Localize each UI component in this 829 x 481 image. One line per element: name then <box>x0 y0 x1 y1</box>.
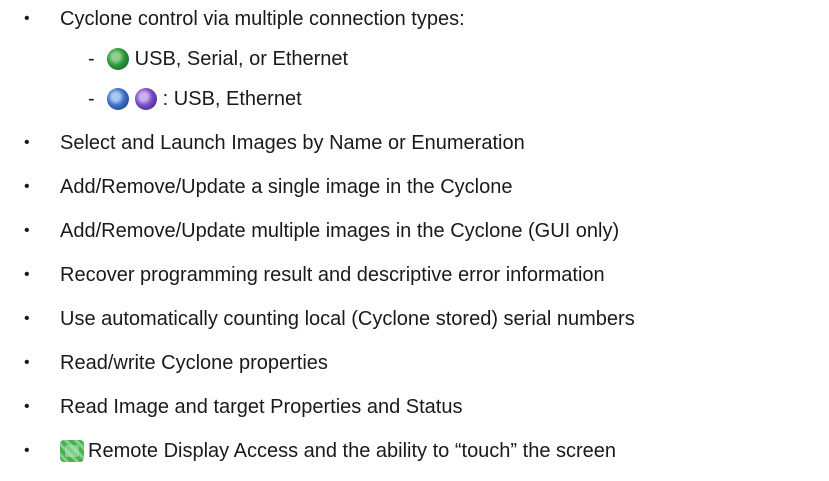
remote-display-icon <box>60 440 84 462</box>
bullet-text: Read Image and target Properties and Sta… <box>60 395 463 418</box>
sub-text: USB, Serial, or Ethernet <box>134 47 349 70</box>
sub-dash: - <box>88 87 95 110</box>
bullet-glyph: • <box>24 222 30 239</box>
sub-text: : USB, Ethernet <box>162 87 302 110</box>
bullet-text: Use automatically counting local (Cyclon… <box>60 307 635 330</box>
bullet-text-with-icon: Remote Display Access and the ability to… <box>60 440 616 463</box>
bullet-text: Add/Remove/Update a single image in the … <box>60 175 513 198</box>
bullet-glyph: • <box>24 134 30 151</box>
bullet-text: Cyclone control via multiple connection … <box>60 7 465 30</box>
bullet-glyph: • <box>24 442 30 459</box>
bullet-text: Read/write Cyclone properties <box>60 351 328 374</box>
bullet-glyph: • <box>24 178 30 195</box>
bullet-text: Recover programming result and descripti… <box>60 263 605 286</box>
bullet-text: Remote Display Access and the ability to… <box>88 439 617 462</box>
bullet-text: Select and Launch Images by Name or Enum… <box>60 131 525 154</box>
blue-cyclone-icon <box>106 88 129 110</box>
bullet-glyph: • <box>24 398 30 415</box>
bullet-glyph: • <box>24 266 30 283</box>
purple-cyclone-icon <box>134 88 157 110</box>
sub-dash: - <box>88 47 95 70</box>
bullet-text: Add/Remove/Update multiple images in the… <box>60 219 620 242</box>
bullet-glyph: • <box>24 10 30 27</box>
bullet-glyph: • <box>24 310 30 327</box>
green-cyclone-icon <box>106 48 129 70</box>
bullet-glyph: • <box>24 354 30 371</box>
